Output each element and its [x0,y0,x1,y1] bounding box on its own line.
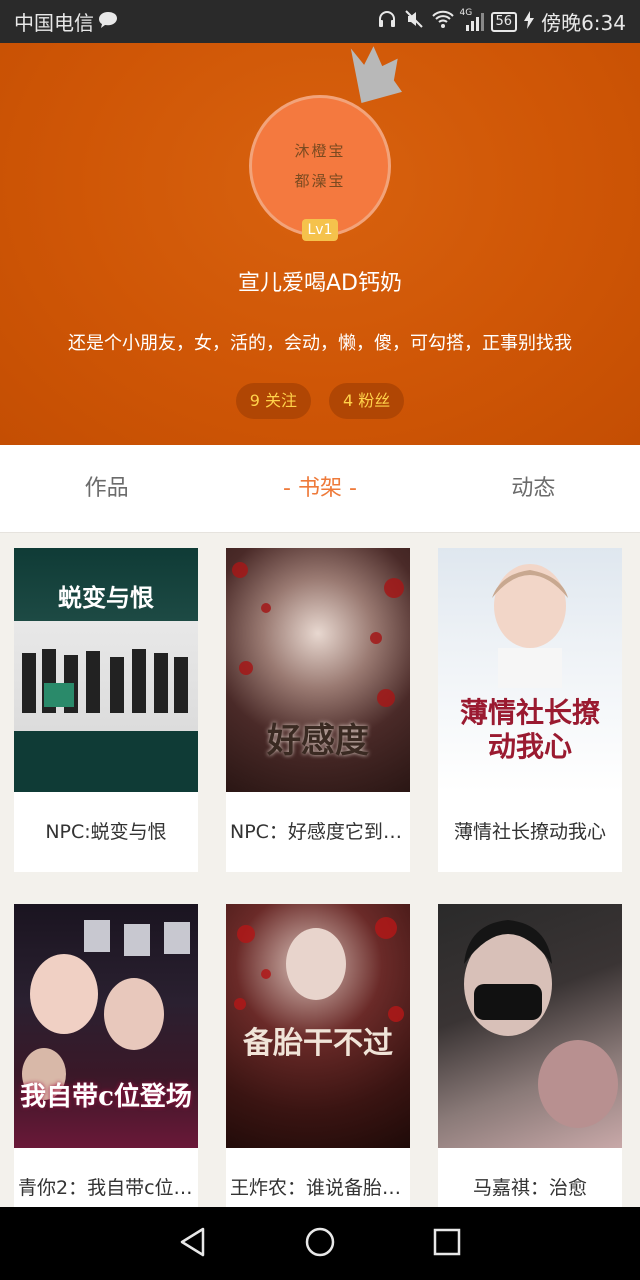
crown-icon [340,43,410,117]
avatar-text-2: 都澡宝 [294,172,346,190]
clock: 傍晚6:34 [541,11,626,35]
book-title: NPC:蜕变与恨 [45,821,167,843]
avatar-text-1: 沐橙宝 [294,142,346,160]
mute-icon [404,9,424,34]
cover-title: 我自带c位登场 [20,1082,192,1112]
username: 宣儿爱喝AD钙奶 [238,271,402,296]
book-cover[interactable]: 蜕变与恨 [14,548,198,792]
chat-bubble-icon [98,10,118,34]
cover-title: 薄情社长撩动我心 [459,696,600,763]
book-card[interactable]: 备胎干不过 王炸农：谁说备胎干不过前任 [226,904,410,1228]
signal-icon: 4G [460,8,484,32]
tab-works[interactable]: 作品 [0,445,213,532]
network-type: 4G [459,7,473,18]
book-cover[interactable]: 好感度 [226,548,410,792]
profile-header: 沐橙宝 都澡宝 Lv1 宣儿爱喝AD钙奶 还是个小朋友，女，活的，会动，懒，傻，… [0,43,640,445]
level-badge: Lv1 [302,219,338,241]
headphones-icon [377,9,397,34]
book-cover[interactable] [438,904,622,1148]
book-card[interactable]: 好感度 NPC：好感度它到0了 [226,548,410,872]
charging-icon [524,10,535,34]
followers-button[interactable]: 4 粉丝 [329,383,405,419]
cover-title: 备胎干不过 [243,1026,393,1061]
book-card[interactable]: 蜕变与恨 NPC:蜕变与恨 [14,548,198,872]
bio: 还是个小朋友，女，活的，会动，懒，傻，可勾搭，正事别找我 [68,333,572,354]
carrier-name: 中国电信 [14,11,94,35]
carrier-group: 中国电信 [14,7,118,36]
battery-icon: 56 [490,11,518,32]
cover-title: 蜕变与恨 [58,583,154,612]
wifi-icon [431,9,455,34]
book-title: NPC：好感度它到0了 [230,821,410,843]
recents-icon[interactable] [432,1227,462,1261]
book-card[interactable]: 我自带c位登场 青你2：我自带c位登场 [14,904,198,1228]
following-button[interactable]: 9 关注 [235,383,311,419]
tab-activity[interactable]: 动态 [427,445,640,532]
status-bar: 中国电信 4G 56 傍晚6:34 [0,0,640,43]
book-cover[interactable]: 我自带c位登场 [14,904,198,1148]
book-card[interactable]: 薄情社长撩动我心 薄情社长撩动我心 [438,548,622,872]
profile-tabs: 作品 - 书架 - 动态 [0,445,640,533]
back-icon[interactable] [178,1226,208,1262]
stats-row: 9 关注 4 粉丝 [0,383,640,419]
navigation-bar [0,1207,640,1280]
book-card[interactable]: 马嘉祺：治愈 [438,904,622,1228]
book-cover[interactable]: 备胎干不过 [226,904,410,1148]
home-icon[interactable] [304,1226,336,1262]
tab-bookshelf[interactable]: - 书架 - [213,445,426,532]
status-icons: 4G 56 傍晚6:34 [377,7,626,36]
book-cover[interactable]: 薄情社长撩动我心 [438,548,622,792]
book-title: 薄情社长撩动我心 [453,821,606,843]
